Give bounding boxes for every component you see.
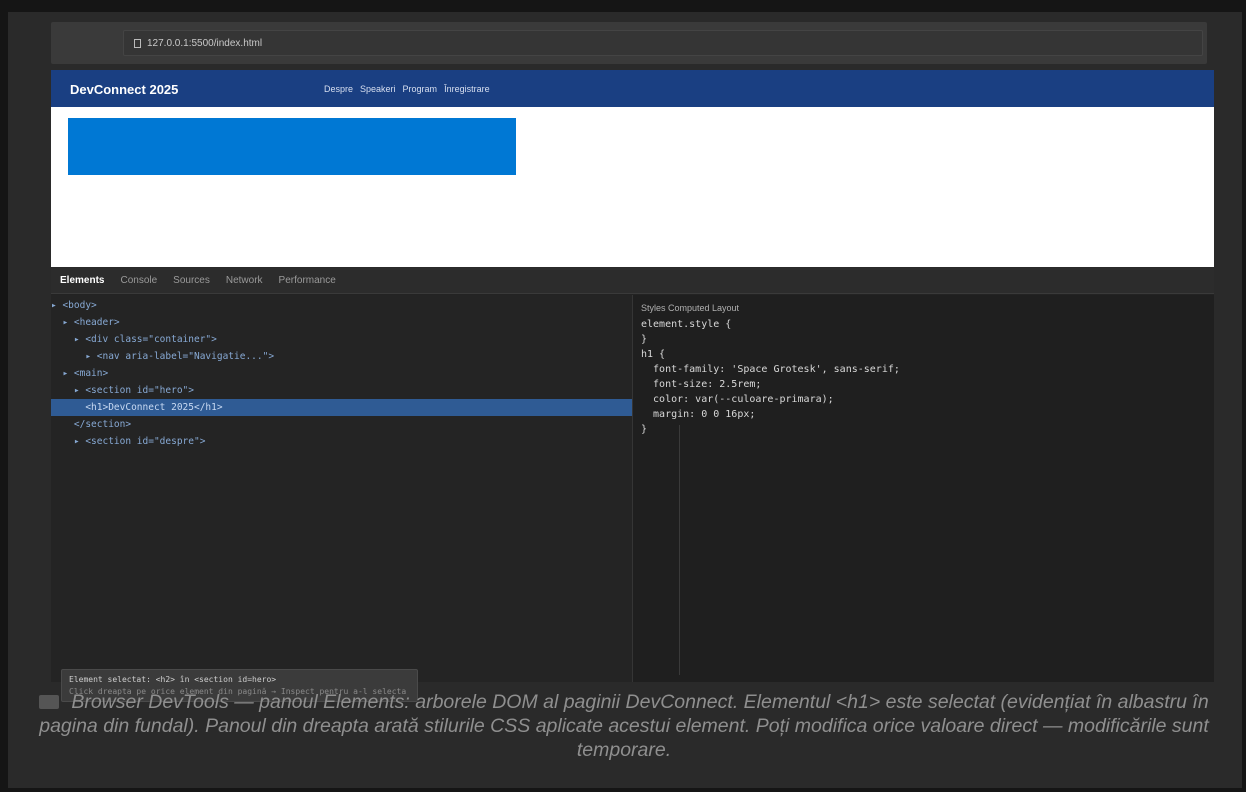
address-bar[interactable]: 127.0.0.1:5500/index.html bbox=[123, 30, 1203, 56]
tab-sources[interactable]: Sources bbox=[173, 275, 210, 286]
devtools-tabs: Elements Console Sources Network Perform… bbox=[51, 268, 1214, 294]
nav-link-speakeri[interactable]: Speakeri bbox=[360, 84, 396, 94]
dom-node[interactable]: ▸ <body> bbox=[51, 297, 632, 314]
site-header: DevConnect 2025 Despre Speakeri Program … bbox=[51, 70, 1214, 107]
dom-node[interactable]: ▸ <section id="hero"> bbox=[51, 382, 632, 399]
dom-node[interactable]: </section> bbox=[51, 416, 632, 433]
tab-console[interactable]: Console bbox=[120, 275, 157, 286]
dom-node[interactable]: ▸ <div class="container"> bbox=[51, 331, 632, 348]
page-viewport: DevConnect 2025 Despre Speakeri Program … bbox=[51, 70, 1214, 267]
styles-panel: Styles Computed Layout element.style { }… bbox=[632, 295, 1214, 682]
tab-performance[interactable]: Performance bbox=[279, 275, 336, 286]
css-rule-text[interactable]: element.style { } h1 { font-family: 'Spa… bbox=[641, 317, 900, 437]
page-icon bbox=[134, 38, 141, 48]
tab-network[interactable]: Network bbox=[226, 275, 263, 286]
nav-link-program[interactable]: Program bbox=[403, 84, 438, 94]
divider bbox=[679, 425, 680, 675]
dom-node[interactable]: ▸ <header> bbox=[51, 314, 632, 331]
tooltip-title: Element selectat: <h2> în <section id=he… bbox=[69, 675, 277, 684]
figure-caption: Browser DevTools — panoul Elements: arbo… bbox=[28, 690, 1220, 762]
image-icon bbox=[39, 695, 60, 709]
url-text: 127.0.0.1:5500/index.html bbox=[147, 37, 263, 49]
selected-element-highlight bbox=[68, 118, 516, 175]
nav-link-inregistrare[interactable]: Înregistrare bbox=[444, 84, 490, 94]
caption-text: Browser DevTools — panoul Elements: arbo… bbox=[39, 691, 1209, 761]
tab-elements[interactable]: Elements bbox=[60, 275, 104, 286]
styles-tabs[interactable]: Styles Computed Layout bbox=[641, 303, 739, 313]
dom-node[interactable]: ▸ <section id="despre"> bbox=[51, 433, 632, 450]
dom-tree-panel: ▸ <body> ▸ <header> ▸ <div class="contai… bbox=[51, 295, 632, 702]
devtools-panel: Elements Console Sources Network Perform… bbox=[51, 268, 1214, 702]
site-logo[interactable]: DevConnect 2025 bbox=[70, 82, 178, 97]
dom-node[interactable]: ▸ <main> bbox=[51, 365, 632, 382]
dom-node[interactable]: ▸ <nav aria-label="Navigatie..."> bbox=[51, 348, 632, 365]
nav-link-despre[interactable]: Despre bbox=[324, 84, 353, 94]
site-nav: Despre Speakeri Program Înregistrare bbox=[324, 84, 490, 94]
browser-toolbar: 127.0.0.1:5500/index.html bbox=[51, 22, 1207, 64]
dom-node-selected[interactable]: <h1>DevConnect 2025</h1> bbox=[51, 399, 632, 416]
